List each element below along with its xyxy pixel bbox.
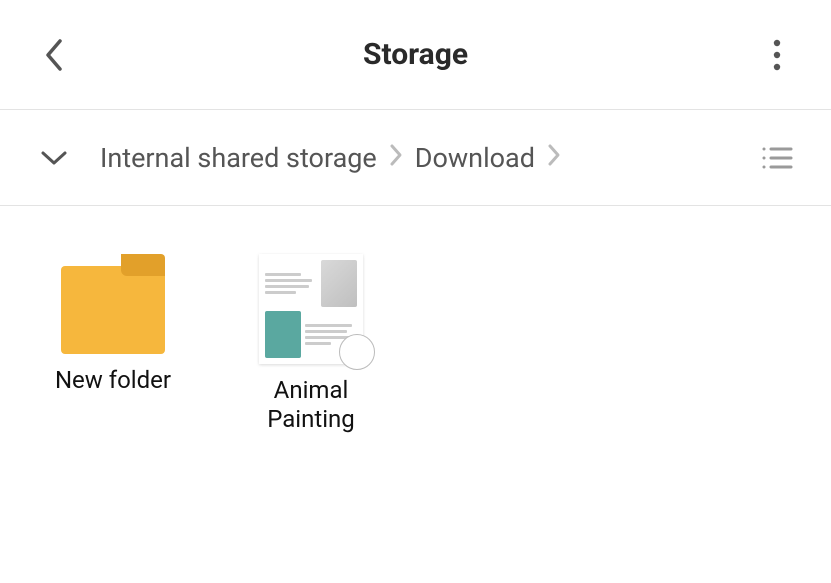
back-button[interactable] <box>32 33 76 77</box>
list-view-icon <box>761 146 793 170</box>
file-grid: New folder <box>0 206 831 482</box>
view-list-button[interactable] <box>755 136 799 180</box>
page-title: Storage <box>76 37 755 72</box>
breadcrumb-bar: Internal shared storage Download <box>0 110 831 206</box>
chevron-left-icon <box>42 37 66 73</box>
item-label: New folder <box>55 366 171 395</box>
grid-item-file[interactable]: Animal Painting <box>236 254 386 434</box>
selection-circle[interactable] <box>339 334 375 370</box>
chevron-right-icon <box>547 142 561 174</box>
breadcrumb-item[interactable]: Download <box>415 142 535 174</box>
grid-item-folder[interactable]: New folder <box>38 254 188 395</box>
item-label: Animal Painting <box>236 376 386 434</box>
chevron-down-icon <box>40 149 68 167</box>
breadcrumb-collapse-button[interactable] <box>32 136 76 180</box>
chevron-right-icon <box>389 142 403 174</box>
more-button[interactable] <box>755 33 799 77</box>
breadcrumb: Internal shared storage Download <box>100 142 755 174</box>
breadcrumb-item[interactable]: Internal shared storage <box>100 142 377 174</box>
more-vertical-icon <box>772 37 782 73</box>
document-thumbnail <box>259 254 363 364</box>
folder-icon <box>61 254 165 354</box>
app-header: Storage <box>0 0 831 110</box>
